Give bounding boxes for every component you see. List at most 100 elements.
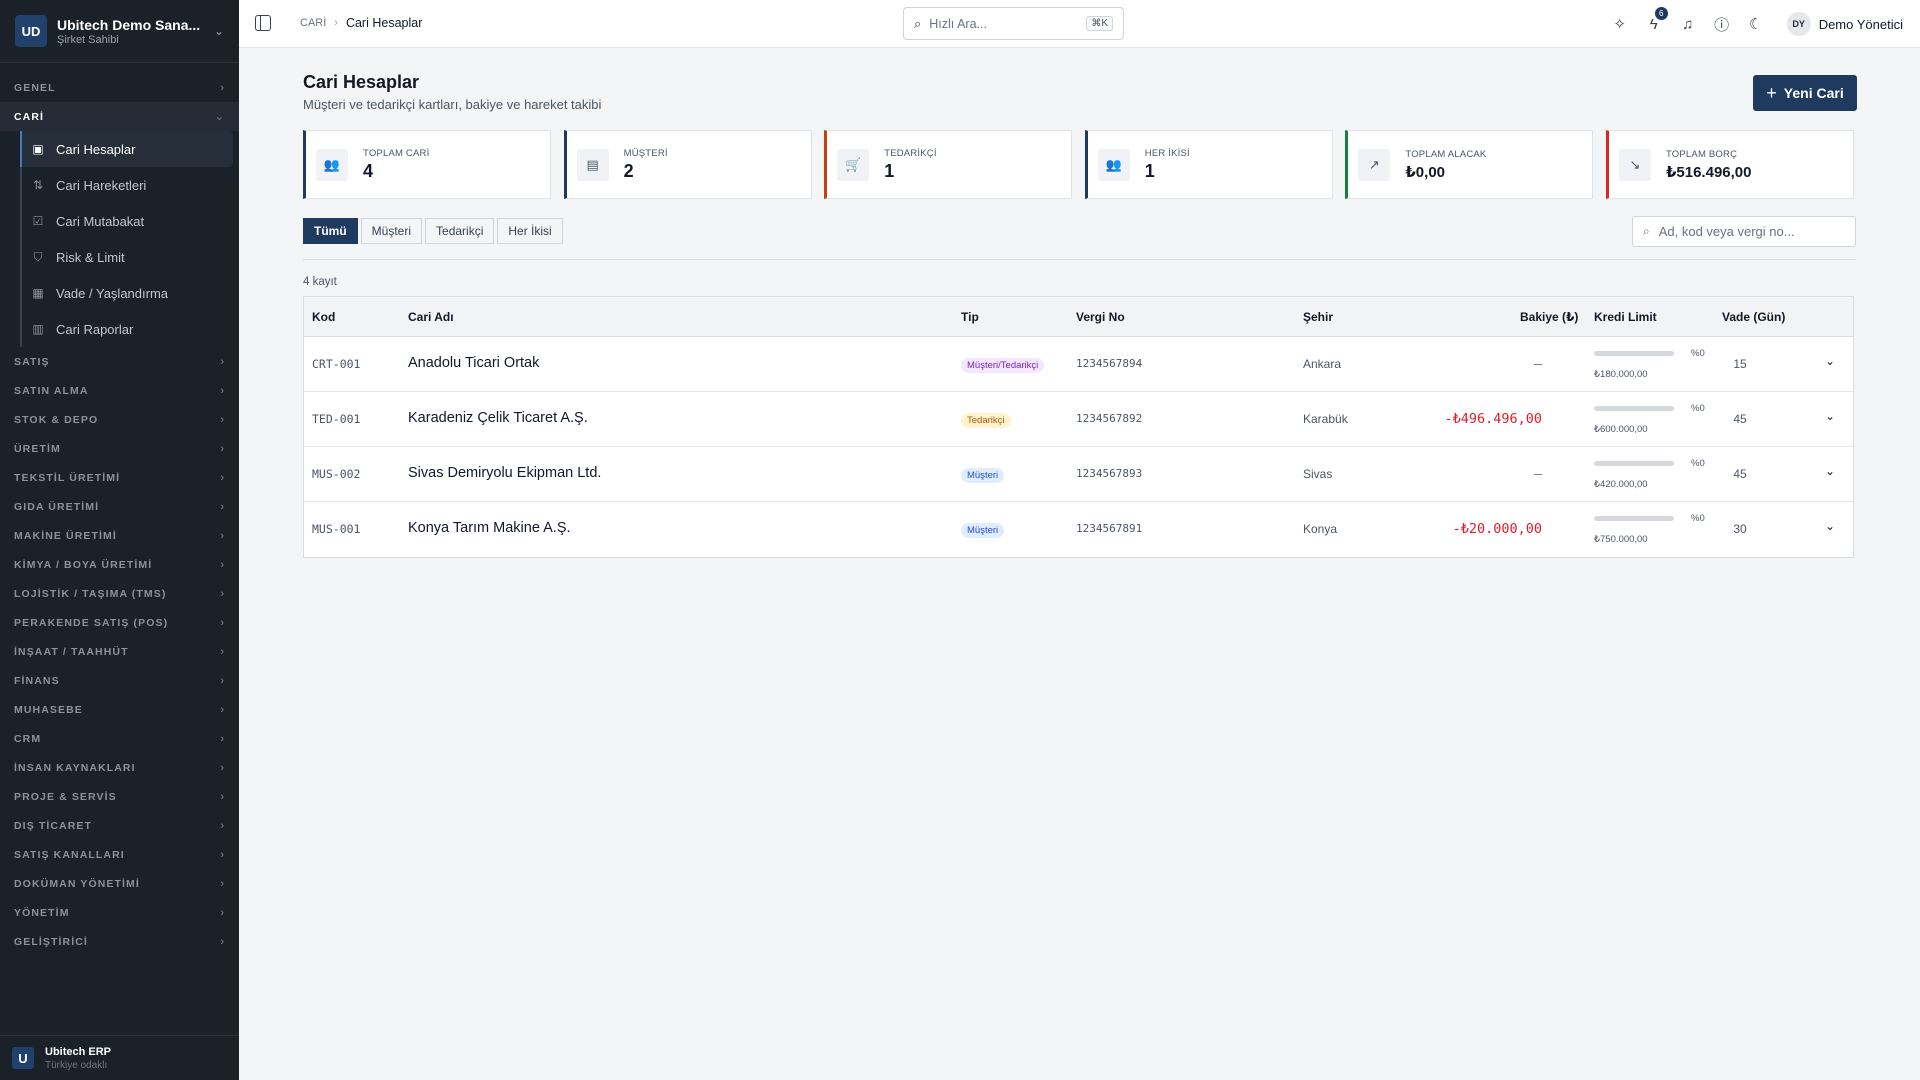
tax-number: 1234567892 [1076, 412, 1143, 425]
sidebar-section-satin-alma[interactable]: SATIN ALMA › [0, 376, 239, 405]
stat-value: 1 [884, 160, 895, 181]
sidebar-section-crm[interactable]: CRM › [0, 724, 239, 753]
col-tax[interactable]: Vergi No [1076, 310, 1125, 324]
table-row[interactable]: TED-001 Karadeniz Çelik Ticaret A.Ş. Tedar… [304, 392, 1853, 447]
tax-number: 1234567891 [1076, 522, 1143, 535]
chevron-down-icon[interactable]: ⌄ [1825, 409, 1835, 423]
col-balance[interactable]: Bakiye (₺) [1520, 310, 1578, 324]
topbar: CARİ › Cari Hesaplar ⌕ Hızlı Ara... ⌘K ✧… [239, 0, 1920, 48]
new-account-label: Yeni Cari [1783, 85, 1844, 101]
sidebar-section-reti-m[interactable]: ÜRETİM › [0, 434, 239, 463]
sidebar-section-proje-servi-s[interactable]: PROJE & SERVİS › [0, 782, 239, 811]
sidebar-section-label: SATIŞ [14, 355, 50, 368]
col-type[interactable]: Tip [961, 310, 979, 324]
tab-tedarik-i[interactable]: Tedarikçi [425, 218, 495, 244]
sidebar-section-geli-ti-ri-ci[interactable]: GELİŞTİRİCİ › [0, 927, 239, 956]
sidebar-section-label: FİNANS [14, 674, 60, 687]
sidebar-item-cari-hesaplar[interactable]: ▣ Cari Hesaplar [20, 131, 233, 167]
sidebar-item-cari-mutabakat[interactable]: ☑ Cari Mutabakat [20, 203, 233, 239]
col-credit[interactable]: Kredi Limit [1594, 310, 1657, 324]
chevron-right-icon: › [220, 384, 224, 397]
sidebar-section-y-neti-m[interactable]: YÖNETİM › [0, 898, 239, 927]
sidebar-submenu: ▣ Cari Hesaplar ⇅ Cari Hareketleri ☑ Cari Mut… [0, 131, 239, 347]
col-name[interactable]: Cari Adı [408, 310, 454, 324]
shortcut-hint: ⌘K [1086, 16, 1113, 31]
workspace-switcher[interactable]: UD Ubitech Demo Sana... Şirket Sahibi ⌄ [0, 0, 239, 63]
chevron-down-icon[interactable]: ⌄ [1825, 354, 1835, 368]
city: Sivas [1303, 467, 1333, 481]
table-row[interactable]: MUS-001 Konya Tarım Makine A.Ş. Müşteri 123… [304, 502, 1853, 557]
account-name[interactable]: Sivas Demiryolu Ekipman Ltd. [408, 465, 601, 481]
account-name[interactable]: Konya Tarım Makine A.Ş. [408, 520, 571, 536]
sparkles-icon[interactable]: ✧ [1603, 15, 1637, 33]
chevron-right-icon: › [220, 616, 224, 629]
sidebar-section-i-n-aat-taahh-t[interactable]: İNŞAAT / TAAHHÜT › [0, 637, 239, 666]
account-name[interactable]: Anadolu Ticari Ortak [408, 355, 539, 371]
sidebar: UD Ubitech Demo Sana... Şirket Sahibi ⌄ … [0, 0, 239, 1080]
sidebar-section-muhasebe[interactable]: MUHASEBE › [0, 695, 239, 724]
quick-search-placeholder: Hızlı Ara... [929, 16, 987, 31]
chevron-right-icon: › [220, 471, 224, 484]
table-row[interactable]: MUS-002 Sivas Demiryolu Ekipman Ltd. Müşte… [304, 447, 1853, 502]
activity-icon[interactable]: ϟ6 [1637, 6, 1671, 33]
sidebar-section-maki-ne-reti-mi[interactable]: MAKİNE ÜRETİMİ › [0, 521, 239, 550]
sidebar-section-di-ti-caret[interactable]: DIŞ TİCARET › [0, 811, 239, 840]
sidebar-section-loji-sti-k-ta-ima-tms[interactable]: LOJİSTİK / TAŞIMA (TMS) › [0, 579, 239, 608]
sidebar-section-cari[interactable]: CARİ ⌄ [0, 102, 239, 131]
sidebar-item-label: Cari Mutabakat [56, 213, 145, 229]
chevron-right-icon: › [220, 790, 224, 803]
chevron-down-icon[interactable]: ⌄ [1825, 464, 1835, 478]
sidebar-item-vade-ya-land-rma[interactable]: ▦ Vade / Yaşlandırma [20, 275, 233, 311]
sidebar-section-sati[interactable]: SATIŞ › [0, 347, 239, 376]
chevron-right-icon: › [220, 674, 224, 687]
user-menu[interactable]: DY Demo Yönetici [1786, 12, 1903, 36]
type-badge: Müşteri [961, 523, 1005, 538]
col-code[interactable]: Kod [312, 310, 335, 324]
col-city[interactable]: Şehir [1303, 310, 1333, 324]
stat-card: ▤ MÜŞTERİ 2 [563, 130, 812, 199]
sidebar-item-risk-limit[interactable]: ⛉ Risk & Limit [20, 239, 233, 275]
cart-icon: 🛒 [837, 148, 870, 181]
stat-text: TOPLAM BORÇ ₺516.496,00 [1666, 149, 1752, 181]
sidebar-section-genel[interactable]: GENEL › [0, 73, 239, 102]
sidebar-section-dok-man-y-neti-mi[interactable]: DOKÜMAN YÖNETİMİ › [0, 869, 239, 898]
chevron-down-icon[interactable]: ⌄ [1825, 519, 1835, 533]
sidebar-section-ki-mya-boya-reti-mi[interactable]: KİMYA / BOYA ÜRETİMİ › [0, 550, 239, 579]
help-icon[interactable]: ⓘ [1705, 14, 1739, 35]
table-search-input[interactable]: ⌕ Ad, kod veya vergi no... [1632, 216, 1856, 247]
tab-m-teri[interactable]: Müşteri [360, 218, 423, 244]
stat-label: TOPLAM BORÇ [1665, 148, 1738, 160]
sidebar-toggle-icon[interactable] [255, 15, 271, 31]
workspace-logo: UD [15, 15, 47, 47]
sidebar-section-stok-depo[interactable]: STOK & DEPO › [0, 405, 239, 434]
sidebar-section-i-nsan-kaynaklari[interactable]: İNSAN KAYNAKLARI › [0, 753, 239, 782]
chevron-down-icon: ⌄ [214, 111, 224, 123]
chevron-right-icon: › [220, 529, 224, 542]
tab-t-m[interactable]: Tümü [303, 218, 358, 244]
moon-icon[interactable]: ☾ [1739, 15, 1773, 33]
type-badge: Tedarikçi [961, 413, 1011, 428]
main-area: CARİ › Cari Hesaplar ⌕ Hızlı Ara... ⌘K ✧… [239, 0, 1920, 1080]
new-account-button[interactable]: + Yeni Cari [1753, 75, 1857, 111]
notification-count-badge: 6 [1654, 6, 1668, 20]
sidebar-item-cari-raporlar[interactable]: ▥ Cari Raporlar [20, 311, 233, 347]
city: Karabük [1303, 412, 1348, 426]
sidebar-section-gida-reti-mi[interactable]: GIDA ÜRETİMİ › [0, 492, 239, 521]
tab-her-i-kisi[interactable]: Her İkisi [497, 218, 563, 244]
sidebar-section-fi-nans[interactable]: FİNANS › [0, 666, 239, 695]
chevron-right-icon: › [220, 81, 224, 94]
page-content: Cari Hesaplar Müşteri ve tedarikçi kartl… [239, 48, 1920, 1080]
stat-text: MÜŞTERİ 2 [624, 148, 668, 182]
account-name[interactable]: Karadeniz Çelik Ticaret A.Ş. [408, 410, 588, 426]
sidebar-section-teksti-l-reti-mi[interactable]: TEKSTİL ÜRETİMİ › [0, 463, 239, 492]
sidebar-section-sati-kanallari[interactable]: SATIŞ KANALLARI › [0, 840, 239, 869]
breadcrumb-item-cari[interactable]: CARİ [300, 17, 326, 29]
sidebar-item-cari-hareketleri[interactable]: ⇅ Cari Hareketleri [20, 167, 233, 203]
sidebar-section-label: GIDA ÜRETİMİ [14, 500, 100, 513]
sidebar-section-perakende-sati-pos[interactable]: PERAKENDE SATIŞ (POS) › [0, 608, 239, 637]
quick-search[interactable]: ⌕ Hızlı Ara... ⌘K [903, 7, 1124, 40]
bell-icon[interactable]: ♫ [1671, 16, 1705, 33]
table-row[interactable]: CRT-001 Anadolu Ticari Ortak Müşteri/Tedar… [304, 337, 1853, 392]
table-body: CRT-001 Anadolu Ticari Ortak Müşteri/Tedar… [304, 337, 1853, 557]
col-term[interactable]: Vade (Gün) [1722, 310, 1785, 324]
